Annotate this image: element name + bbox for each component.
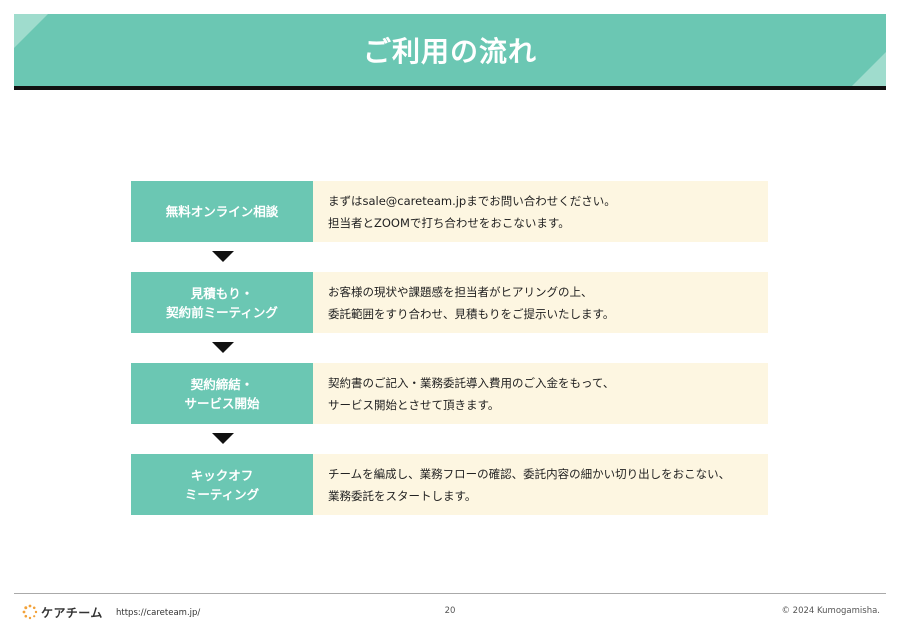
logo-text: ケアチーム [41, 605, 103, 620]
page-title: ご利用の流れ [362, 35, 537, 68]
down-arrow-icon [212, 342, 234, 353]
title-banner: ご利用の流れ [14, 14, 886, 86]
copyright-text: © 2024 Kumogamisha. [781, 606, 880, 616]
footer-url[interactable]: https://careteam.jp/ [116, 608, 200, 618]
step-description-line: サービス開始とさせて頂きます。 [328, 397, 500, 412]
step-description: チームを編成し、業務フローの確認、委託内容の細かい切り出しをおこない、 業務委託… [313, 454, 768, 515]
flow-step-2: 見積もり・ 契約前ミーティング お客様の現状や課題感を担当者がヒアリングの上、 … [131, 272, 768, 333]
down-arrow-icon [212, 251, 234, 262]
step-label: キックオフ ミーティング [131, 454, 313, 515]
step-label: 無料オンライン相談 [131, 181, 313, 242]
step-description: お客様の現状や課題感を担当者がヒアリングの上、 委託範囲をすり合わせ、見積もりを… [313, 272, 768, 333]
step-description-line: お客様の現状や課題感を担当者がヒアリングの上、 [328, 284, 593, 299]
step-description-line: 担当者とZOOMで打ち合わせをおこないます。 [328, 215, 570, 230]
sunburst-logo-icon [22, 604, 38, 620]
footer-divider [14, 593, 886, 594]
step-label-line: 契約締結・ [190, 376, 254, 392]
careteam-logo: ケアチーム [22, 603, 103, 621]
step-description: まずはsale@careteam.jpまでお問い合わせください。 担当者とZOO… [313, 181, 768, 242]
step-label: 契約締結・ サービス開始 [131, 363, 313, 424]
step-label-line: 見積もり・ [190, 285, 254, 301]
step-label-line: 無料オンライン相談 [165, 204, 279, 219]
header-divider [14, 86, 886, 90]
step-description-line: 業務委託をスタートします。 [328, 488, 477, 503]
step-label-line: ミーティング [184, 486, 260, 502]
step-description-line: チームを編成し、業務フローの確認、委託内容の細かい切り出しをおこない、 [328, 466, 731, 481]
step-description-line: 委託範囲をすり合わせ、見積もりをご提示いたします。 [328, 306, 615, 321]
down-arrow-icon [212, 433, 234, 444]
page-number: 20 [444, 606, 456, 616]
step-label-line: 契約前ミーティング [166, 304, 278, 320]
flow-step-3: 契約締結・ サービス開始 契約書のご記入・業務委託導入費用のご入金をもって、 サ… [131, 363, 768, 424]
step-description-line: 契約書のご記入・業務委託導入費用のご入金をもって、 [328, 375, 615, 390]
step-label: 見積もり・ 契約前ミーティング [131, 272, 313, 333]
step-label-line: キックオフ [190, 467, 254, 483]
step-description-line: まずはsale@careteam.jpまでお問い合わせください。 [328, 193, 616, 208]
flow-step-1: 無料オンライン相談 まずはsale@careteam.jpまでお問い合わせくださ… [131, 181, 768, 242]
flow-step-4: キックオフ ミーティング チームを編成し、業務フローの確認、委託内容の細かい切り… [131, 454, 768, 515]
step-label-line: サービス開始 [184, 395, 260, 411]
step-description: 契約書のご記入・業務委託導入費用のご入金をもって、 サービス開始とさせて頂きます… [313, 363, 768, 424]
